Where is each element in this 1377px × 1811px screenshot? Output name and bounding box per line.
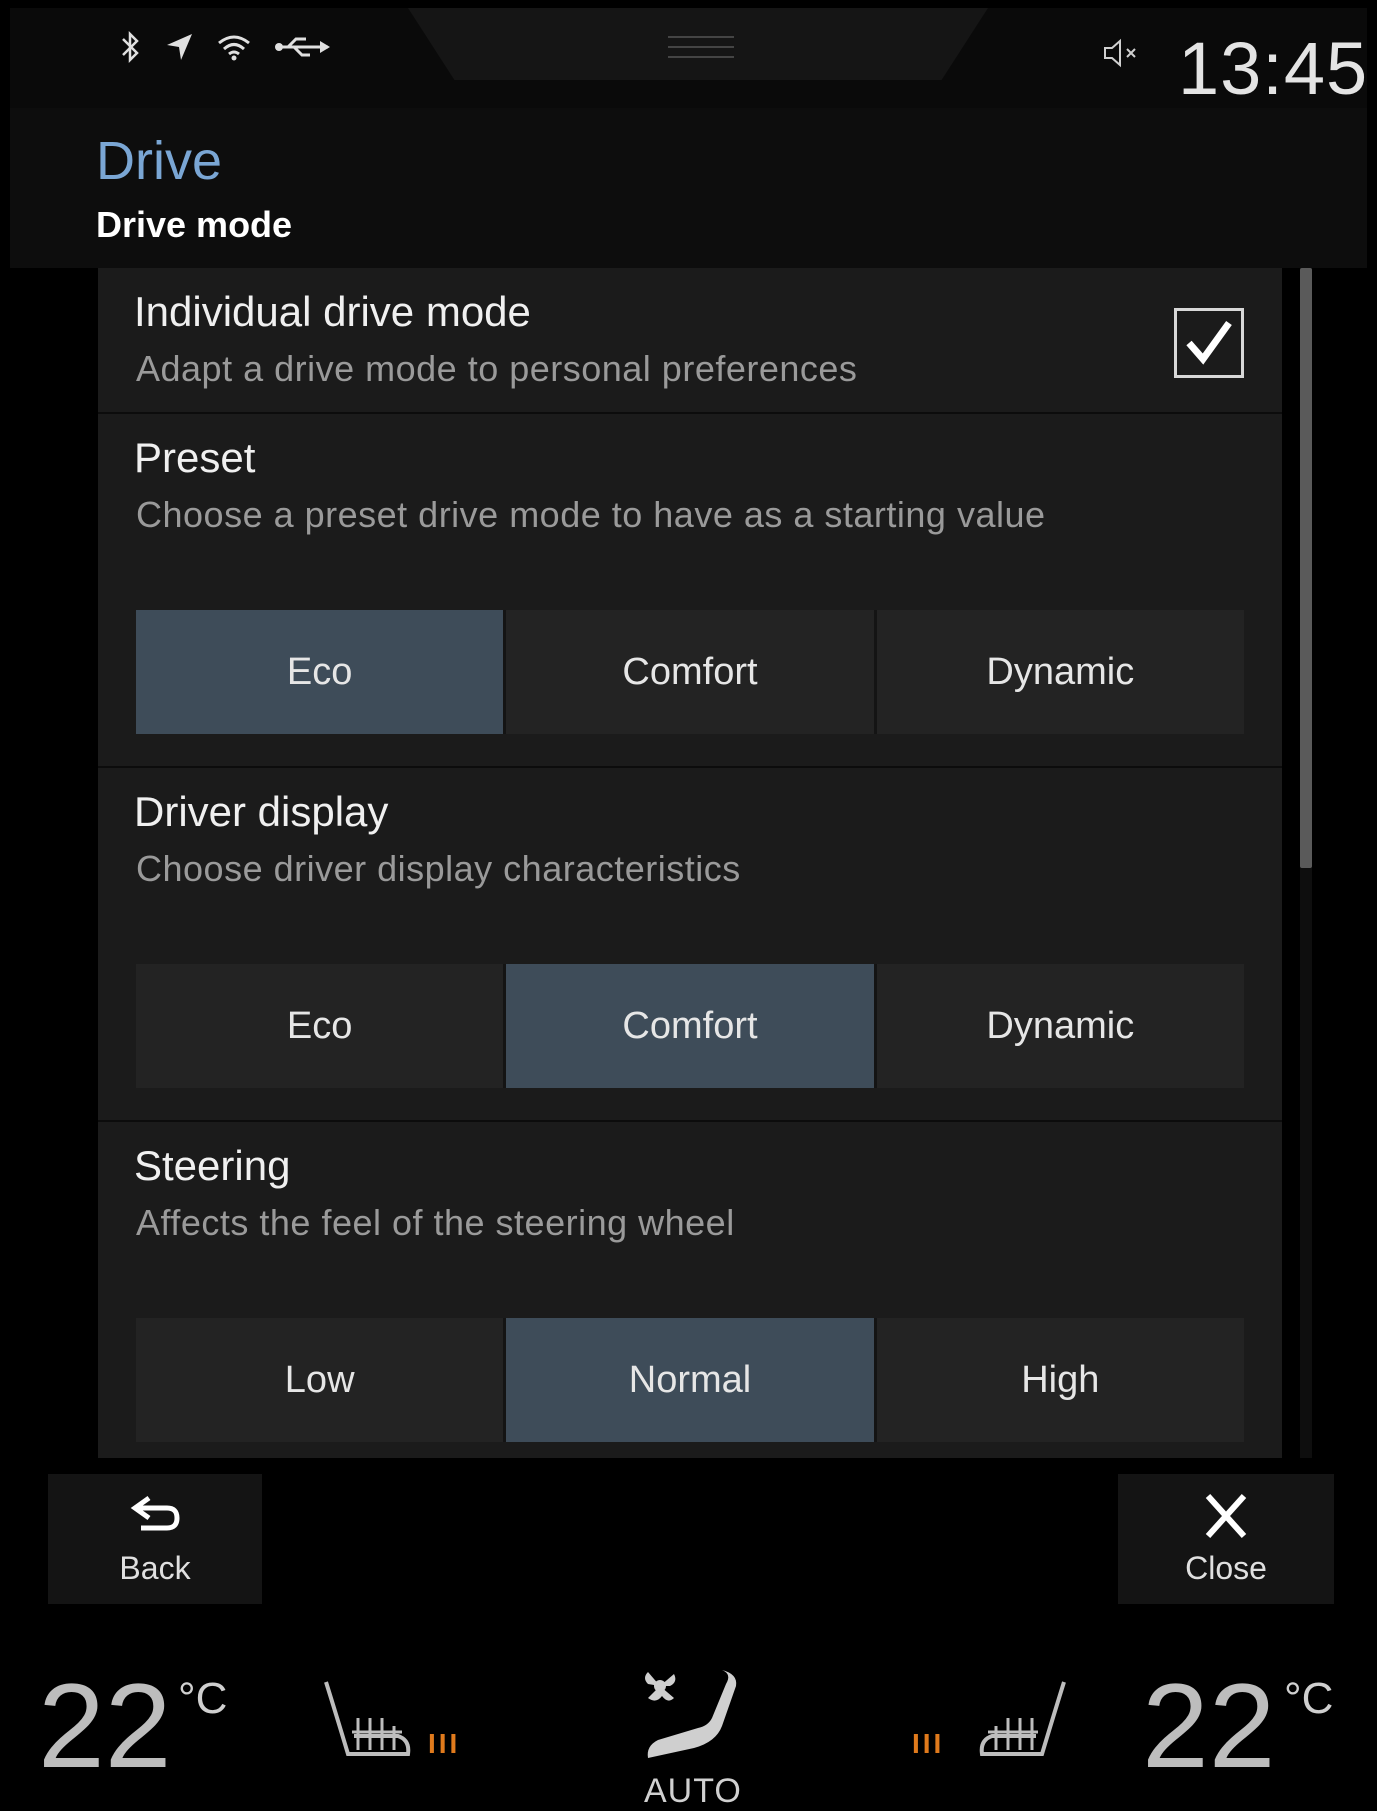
steering-segmented-control: Low Normal High xyxy=(136,1318,1244,1442)
steering-option-high[interactable]: High xyxy=(876,1318,1244,1442)
status-icons xyxy=(120,30,334,69)
preset-subtitle: Choose a preset drive mode to have as a … xyxy=(136,494,1046,535)
navigation-arrow-icon xyxy=(164,32,194,67)
driver-display-row: Driver display Choose driver display cha… xyxy=(98,768,1282,1122)
preset-option-comfort[interactable]: Comfort xyxy=(506,610,877,734)
preset-segmented-control: Eco Comfort Dynamic xyxy=(136,610,1244,734)
usb-icon xyxy=(274,34,334,65)
driver-display-option-eco[interactable]: Eco xyxy=(136,964,507,1088)
right-seat-heating-icon[interactable] xyxy=(972,1674,1072,1764)
page-header: Drive Drive mode xyxy=(10,108,1367,268)
climate-bar: 22 °C III AUTO III 22 °C xyxy=(0,1620,1377,1811)
right-temperature[interactable]: 22 xyxy=(1142,1666,1275,1786)
steering-subtitle: Affects the feel of the steering wheel xyxy=(136,1202,735,1243)
driver-display-option-comfort[interactable]: Comfort xyxy=(506,964,877,1088)
individual-drive-mode-row[interactable]: Individual drive mode Adapt a drive mode… xyxy=(98,268,1282,414)
scrollbar-thumb[interactable] xyxy=(1300,268,1312,868)
wifi-icon xyxy=(216,33,252,66)
preset-option-eco[interactable]: Eco xyxy=(136,610,507,734)
clock: 13:45 xyxy=(1178,27,1369,110)
close-icon xyxy=(1205,1493,1247,1539)
speaker-muted-icon xyxy=(1102,38,1142,76)
climate-auto-label: AUTO xyxy=(644,1772,742,1810)
right-temperature-unit: °C xyxy=(1284,1674,1334,1723)
preset-title: Preset xyxy=(134,434,256,481)
left-seat-heat-level: III xyxy=(428,1728,461,1759)
app-title: Drive xyxy=(96,131,223,191)
page-title: Drive mode xyxy=(96,204,293,245)
preset-option-dynamic[interactable]: Dynamic xyxy=(876,610,1244,734)
back-button[interactable]: Back xyxy=(48,1474,262,1604)
driver-display-subtitle: Choose driver display characteristics xyxy=(136,848,741,889)
left-temperature-unit: °C xyxy=(178,1674,228,1723)
steering-title: Steering xyxy=(134,1142,291,1189)
close-button[interactable]: Close xyxy=(1118,1474,1334,1604)
checkmark-icon xyxy=(1186,320,1232,365)
left-seat-heating-icon[interactable] xyxy=(318,1674,418,1764)
individual-drive-mode-subtitle: Adapt a drive mode to personal preferenc… xyxy=(136,348,858,389)
left-temperature[interactable]: 22 xyxy=(38,1666,171,1786)
drag-handle-icon xyxy=(668,36,734,58)
close-label: Close xyxy=(1185,1550,1267,1586)
bluetooth-icon xyxy=(120,30,142,69)
back-arrow-icon xyxy=(130,1495,180,1531)
driver-display-segmented-control: Eco Comfort Dynamic xyxy=(136,964,1244,1088)
steering-option-normal[interactable]: Normal xyxy=(506,1318,877,1442)
individual-drive-mode-checkbox[interactable] xyxy=(1174,308,1244,378)
fan-auto-icon[interactable] xyxy=(638,1666,748,1776)
status-bar: 13:45 xyxy=(10,8,1369,110)
right-seat-heat-level: III xyxy=(912,1728,945,1759)
driver-display-title: Driver display xyxy=(134,788,389,835)
driver-display-option-dynamic[interactable]: Dynamic xyxy=(876,964,1244,1088)
scrollbar[interactable] xyxy=(1300,268,1312,1458)
top-pull-down-tab[interactable] xyxy=(408,8,988,80)
back-label: Back xyxy=(119,1550,191,1586)
steering-option-low[interactable]: Low xyxy=(136,1318,507,1442)
settings-list[interactable]: Individual drive mode Adapt a drive mode… xyxy=(98,268,1282,1458)
individual-drive-mode-title: Individual drive mode xyxy=(134,288,531,335)
steering-row: Steering Affects the feel of the steerin… xyxy=(98,1122,1282,1458)
preset-row: Preset Choose a preset drive mode to hav… xyxy=(98,414,1282,768)
